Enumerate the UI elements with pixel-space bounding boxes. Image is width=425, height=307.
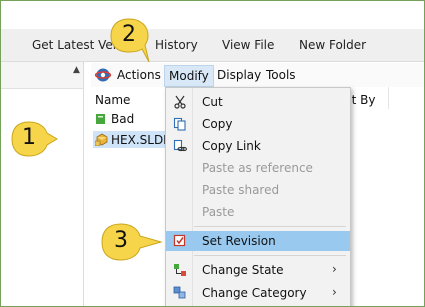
file-name: Bad [111, 112, 135, 126]
menu-item-set-revision[interactable]: Set Revision [166, 231, 350, 251]
menu-item-paste[interactable]: Paste [166, 202, 350, 222]
menu-item-label: Paste shared [202, 183, 280, 197]
menu-actions[interactable]: Actions [117, 68, 161, 82]
step-callout-1: 1 [9, 119, 58, 159]
history-button[interactable]: History [155, 38, 198, 52]
file-state-icon [95, 113, 107, 125]
change-state-icon [173, 263, 187, 277]
menu-item-label: Change State [202, 263, 284, 277]
menu-item-change-category[interactable]: Change Category › [166, 283, 350, 303]
scissors-icon [173, 95, 187, 109]
application-window: Get Latest Versi History View File New F… [0, 0, 425, 307]
menu-item-copy-link[interactable]: Copy Link [166, 136, 350, 156]
menu-item-label: Copy Link [202, 139, 261, 153]
new-folder-button[interactable]: New Folder [299, 38, 366, 52]
callout-number: 3 [114, 228, 128, 253]
menu-separator [194, 255, 346, 256]
menu-item-label: Set Revision [202, 234, 276, 248]
set-revision-icon [173, 234, 187, 248]
menu-tools[interactable]: Tools [266, 68, 296, 82]
menu-separator [194, 226, 346, 227]
menu-item-change-state[interactable]: Change State › [166, 260, 350, 280]
part-file-icon [94, 132, 108, 147]
menu-item-label: Cut [202, 95, 223, 109]
submenu-arrow-icon: › [332, 285, 337, 299]
change-category-icon [173, 286, 187, 300]
folder-tree-pane [1, 62, 84, 306]
callout-number: 2 [122, 22, 136, 47]
step-callout-3: 3 [99, 221, 163, 261]
modify-dropdown-menu: Cut Copy Copy Link Paste as reference Pa… [165, 87, 351, 306]
menu-item-cut[interactable]: Cut [166, 92, 350, 112]
folder-tree-header [1, 62, 83, 89]
file-list-menubar: Actions Modify Display Tools [91, 63, 424, 87]
menu-modify[interactable]: Modify [164, 65, 214, 87]
menu-item-copy[interactable]: Copy [166, 114, 350, 134]
title-area [1, 1, 424, 29]
copy-link-icon [173, 139, 187, 153]
column-header-name[interactable]: Name [95, 93, 130, 107]
step-callout-2: 2 [109, 17, 155, 63]
collapse-caret-icon[interactable]: ▲ [73, 65, 80, 75]
copy-icon [173, 117, 187, 131]
list-item[interactable]: Bad [95, 112, 134, 126]
vault-icon [94, 67, 112, 86]
menu-item-label: Paste as reference [202, 161, 313, 175]
menu-item-label: Copy [202, 117, 233, 131]
callout-number: 1 [22, 125, 36, 150]
column-divider[interactable] [388, 87, 389, 109]
menu-item-label: Change Category [202, 286, 307, 300]
menu-display[interactable]: Display [217, 68, 261, 82]
submenu-arrow-icon: › [332, 262, 337, 276]
ribbon-toolbar: Get Latest Versi History View File New F… [1, 29, 424, 62]
menu-item-label: Paste [202, 205, 235, 219]
menu-item-paste-as-reference[interactable]: Paste as reference [166, 158, 350, 178]
view-file-button[interactable]: View File [222, 38, 274, 52]
menu-item-paste-shared[interactable]: Paste shared [166, 180, 350, 200]
